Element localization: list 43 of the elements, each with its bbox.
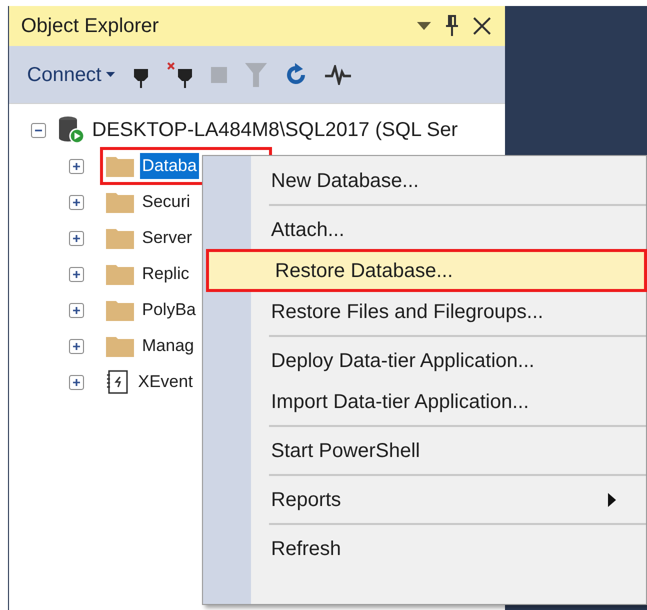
menu-item[interactable]: Refresh [203,528,646,569]
menu-item[interactable]: Restore Files and Filegroups... [203,291,646,332]
folder-icon [106,263,134,285]
menu-item[interactable]: Restore Database... [207,250,646,291]
folder-icon [106,191,134,213]
caret-icon [106,72,114,77]
expand-icon[interactable] [69,302,84,318]
expand-icon[interactable] [69,194,84,210]
activity-monitor-icon[interactable] [324,64,350,84]
menu-item[interactable]: Reports [203,479,646,520]
folder-icon [106,299,134,321]
pin-icon[interactable] [445,15,459,37]
tree-node[interactable]: Manag [140,333,196,359]
tree-node[interactable]: XEvent [136,369,195,395]
database-server-icon [58,116,84,144]
menu-item[interactable]: Attach... [203,209,646,250]
panel-title: Object Explorer [21,14,159,39]
tree-node[interactable]: PolyBa [140,297,198,323]
close-icon[interactable] [473,17,491,35]
menu-item[interactable]: Start PowerShell [203,430,646,471]
expand-icon[interactable] [69,158,84,174]
server-node[interactable]: DESKTOP-LA484M8\SQL2017 (SQL Ser [92,115,458,145]
connect-button[interactable]: Connect [27,60,114,90]
folder-icon [106,155,134,177]
tree-node[interactable]: Securi [140,189,192,215]
expand-icon[interactable] [69,338,84,354]
menu-item[interactable]: Import Data-tier Application... [203,381,646,422]
tree-node[interactable]: Databa [140,153,199,179]
expand-icon[interactable] [69,266,84,282]
folder-icon [106,227,134,249]
menu-item[interactable]: New Database... [203,160,646,201]
collapse-icon[interactable] [31,122,46,138]
tree-node[interactable]: Replic [140,261,192,287]
disconnect-icon[interactable] [166,62,192,88]
expand-icon[interactable] [69,230,84,246]
folder-icon [106,335,134,357]
expand-icon[interactable] [69,374,84,390]
refresh-icon[interactable] [284,62,306,86]
tree-node[interactable]: Server [140,225,194,251]
dropdown-icon[interactable] [417,22,431,30]
submenu-arrow-icon [608,492,616,506]
menu-item[interactable]: Deploy Data-tier Application... [203,340,646,381]
event-session-icon [106,370,130,394]
